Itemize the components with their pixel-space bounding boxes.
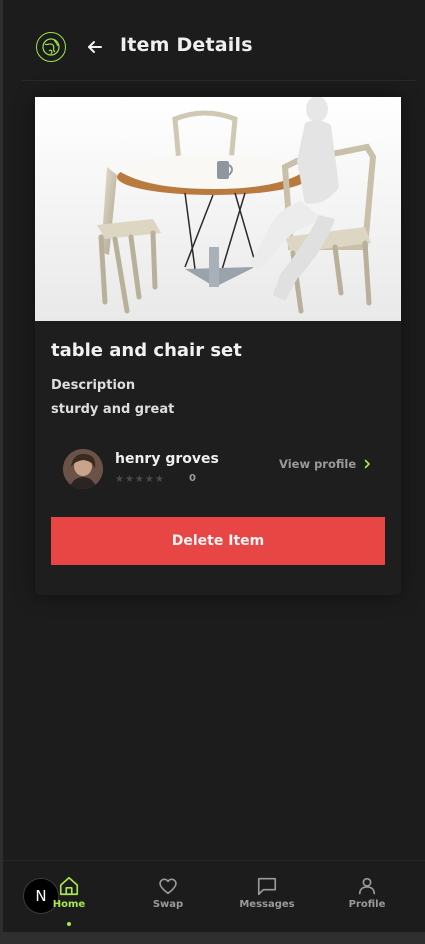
user-icon xyxy=(358,877,376,895)
window-edge xyxy=(0,0,3,932)
nav-profile[interactable]: Profile xyxy=(332,875,402,910)
avatar[interactable] xyxy=(63,449,103,489)
owner-name: henry groves xyxy=(115,451,219,467)
delete-item-button[interactable]: Delete Item xyxy=(51,517,385,565)
nav-messages-label: Messages xyxy=(239,899,295,910)
nav-home-label: Home xyxy=(52,899,86,910)
nav-swap[interactable]: Swap xyxy=(133,875,203,910)
rating-count: 0 xyxy=(189,473,196,484)
header: Item Details xyxy=(22,22,416,81)
nav-messages[interactable]: Messages xyxy=(232,875,302,910)
item-image[interactable] xyxy=(35,97,401,321)
arrow-left-icon xyxy=(88,41,102,53)
heart-icon xyxy=(159,878,177,895)
bottom-nav: N Home Swap Messages Profile xyxy=(3,860,425,933)
nav-swap-label: Swap xyxy=(152,899,184,910)
item-title: table and chair set xyxy=(51,340,242,361)
description-label: Description xyxy=(51,378,136,393)
message-icon xyxy=(257,877,277,896)
chevron-right-icon xyxy=(364,459,370,469)
nav-profile-label: Profile xyxy=(348,899,386,910)
back-button[interactable] xyxy=(84,36,106,58)
page-title: Item Details xyxy=(120,34,253,56)
bottom-strip xyxy=(0,932,425,944)
owner-section: henry groves ★★★★★ 0 View profile xyxy=(51,435,385,497)
active-indicator xyxy=(67,922,71,926)
item-card: table and chair set Description sturdy a… xyxy=(35,97,401,595)
view-profile-label: View profile xyxy=(279,457,357,471)
rating-stars: ★★★★★ xyxy=(115,474,165,485)
globe-leaf-icon[interactable] xyxy=(36,32,66,62)
description-text: sturdy and great xyxy=(51,402,175,417)
home-icon xyxy=(59,876,79,896)
nav-home[interactable]: Home xyxy=(34,875,104,926)
view-profile-link[interactable]: View profile xyxy=(279,457,372,471)
